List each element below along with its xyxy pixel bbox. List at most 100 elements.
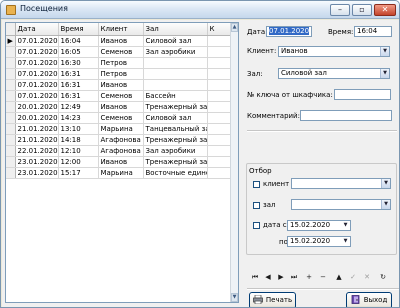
date-field[interactable]: 07.01.2020 (266, 26, 312, 37)
cell-hall[interactable]: Силовой зал (143, 35, 208, 47)
cell-k[interactable] (207, 46, 233, 58)
cell-time[interactable]: 16:04 (58, 35, 99, 47)
chevron-down-icon[interactable]: ▼ (381, 179, 390, 188)
cell-date[interactable]: 07.01.2020 (15, 35, 59, 47)
table-row[interactable]: 07.01.2020 16:31 Петров (6, 68, 233, 80)
close-button[interactable]: ✕ (374, 4, 396, 16)
cell-hall[interactable]: Восточные едино (143, 167, 208, 179)
cell-date[interactable]: 22.01.2020 (15, 145, 59, 157)
nav-delete-icon[interactable]: − (318, 272, 328, 282)
table-row[interactable]: 23.01.2020 15:17 Марьина Восточные едино (6, 167, 233, 179)
cell-client[interactable]: Семенов (98, 90, 144, 102)
cell-k[interactable] (207, 79, 233, 91)
table-row[interactable]: 20.01.2020 12:49 Иванов Тренажерный зал (6, 101, 233, 113)
scroll-up-arrow-icon[interactable]: ▲ (231, 23, 238, 32)
nav-cancel-icon[interactable]: ✕ (362, 272, 372, 282)
cell-hall[interactable]: Тренажерный зал (143, 101, 208, 113)
cell-date[interactable]: 23.01.2020 (15, 167, 59, 179)
visits-grid[interactable]: Дата Время Клиент Зал К ▶ 07.01.2020 16:04… (5, 22, 239, 303)
cell-time[interactable]: 14:23 (58, 112, 99, 124)
cell-client[interactable]: Агафонова (98, 145, 144, 157)
cell-hall[interactable]: Танцевальный зал (143, 123, 208, 135)
table-row[interactable]: 23.01.2020 12:00 Иванов Тренажерный зал (6, 156, 233, 168)
cell-k[interactable] (207, 101, 233, 113)
cell-time[interactable]: 16:05 (58, 46, 99, 58)
cell-date[interactable]: 20.01.2020 (15, 112, 59, 124)
grid-vertical-scrollbar[interactable]: ▲ ▼ (230, 23, 238, 302)
chevron-down-icon[interactable]: ▼ (341, 221, 350, 230)
table-row[interactable]: 21.01.2020 14:18 Агафонова Тренажерный зал (6, 134, 233, 146)
cell-client[interactable]: Иванов (98, 79, 144, 91)
cell-time[interactable]: 12:49 (58, 101, 99, 113)
cell-client[interactable]: Агафонова (98, 134, 144, 146)
cell-client[interactable]: Иванов (98, 35, 144, 47)
cell-time[interactable]: 14:18 (58, 134, 99, 146)
cell-date[interactable]: 07.01.2020 (15, 68, 59, 80)
filter-date-checkbox[interactable] (253, 222, 260, 229)
column-header-client[interactable]: Клиент (98, 23, 144, 36)
table-row[interactable]: 20.01.2020 14:23 Семенов Силовой зал (6, 112, 233, 124)
cell-k[interactable] (207, 90, 233, 102)
filter-date-from-picker[interactable]: 15.02.2020 ▼ (287, 220, 351, 231)
cell-k[interactable] (207, 123, 233, 135)
cell-client[interactable]: Марьина (98, 123, 144, 135)
column-header-hall[interactable]: Зал (143, 23, 208, 36)
filter-hall-checkbox[interactable] (253, 202, 260, 209)
locker-key-field[interactable] (334, 89, 391, 100)
cell-client[interactable]: Семенов (98, 46, 144, 58)
filter-client-select[interactable]: ▼ (291, 178, 391, 189)
comment-field[interactable] (300, 110, 392, 121)
cell-k[interactable] (207, 145, 233, 157)
client-select[interactable]: Иванов ▼ (278, 46, 390, 57)
cell-time[interactable]: 12:00 (58, 156, 99, 168)
exit-button[interactable]: Выход (346, 292, 392, 307)
cell-k[interactable] (207, 68, 233, 80)
cell-time[interactable]: 12:10 (58, 145, 99, 157)
cell-hall[interactable]: Тренажерный зал (143, 134, 208, 146)
cell-date[interactable]: 23.01.2020 (15, 156, 59, 168)
chevron-down-icon[interactable]: ▼ (380, 69, 389, 78)
nav-post-icon[interactable]: ✓ (348, 272, 358, 282)
cell-hall[interactable]: Бассейн (143, 90, 208, 102)
table-row[interactable]: 21.01.202013:10МарьинаТанцевальный зал (6, 123, 233, 135)
cell-k[interactable] (207, 112, 233, 124)
maximize-button[interactable]: ▫ (352, 4, 372, 16)
cell-date[interactable]: 07.01.2020 (15, 57, 59, 69)
table-row[interactable]: 07.01.2020 16:31 Иванов (6, 79, 233, 91)
time-field[interactable]: 16:04 (354, 26, 392, 37)
cell-client[interactable]: Марьина (98, 167, 144, 179)
table-row[interactable]: 07.01.2020 16:31 Семенов Бассейн (6, 90, 233, 102)
cell-k[interactable] (207, 57, 233, 69)
cell-date[interactable]: 20.01.2020 (15, 101, 59, 113)
chevron-down-icon[interactable]: ▼ (380, 47, 389, 56)
cell-time[interactable]: 16:31 (58, 68, 99, 80)
table-row[interactable]: 22.01.2020 12:10 Агафонова Зал аэробики (6, 145, 233, 157)
nav-prior-icon[interactable]: ◀ (263, 272, 273, 282)
cell-k[interactable] (207, 134, 233, 146)
cell-time[interactable]: 13:10 (58, 123, 99, 135)
cell-k[interactable] (207, 35, 233, 47)
nav-first-icon[interactable]: ⏮ (250, 272, 260, 282)
title-bar[interactable]: Посещения – ▫ ✕ (1, 1, 399, 19)
cell-client[interactable]: Иванов (98, 156, 144, 168)
column-header-date[interactable]: Дата (15, 23, 59, 36)
cell-date[interactable]: 07.01.2020 (15, 90, 59, 102)
cell-date[interactable]: 21.01.2020 (15, 123, 59, 135)
cell-hall[interactable] (143, 79, 208, 91)
cell-time[interactable]: 15:17 (58, 167, 99, 179)
cell-client[interactable]: Семенов (98, 112, 144, 124)
cell-hall[interactable] (143, 68, 208, 80)
cell-client[interactable]: Петров (98, 57, 144, 69)
nav-edit-icon[interactable]: ▲ (334, 272, 344, 282)
filter-date-to-picker[interactable]: 15.02.2020 ▼ (287, 236, 351, 247)
table-row[interactable]: 07.01.2020 16:05 Семенов Зал аэробики (6, 46, 233, 58)
table-row[interactable]: 07.01.2020 16:30 Петров (6, 57, 233, 69)
cell-hall[interactable]: Тренажерный зал (143, 156, 208, 168)
nav-next-icon[interactable]: ▶ (276, 272, 286, 282)
cell-hall[interactable]: Зал аэробики (143, 145, 208, 157)
cell-date[interactable]: 07.01.2020 (15, 79, 59, 91)
cell-time[interactable]: 16:30 (58, 57, 99, 69)
chevron-down-icon[interactable]: ▼ (341, 237, 350, 246)
column-header-time[interactable]: Время (58, 23, 99, 36)
hall-select[interactable]: Силовой зал ▼ (278, 68, 390, 79)
